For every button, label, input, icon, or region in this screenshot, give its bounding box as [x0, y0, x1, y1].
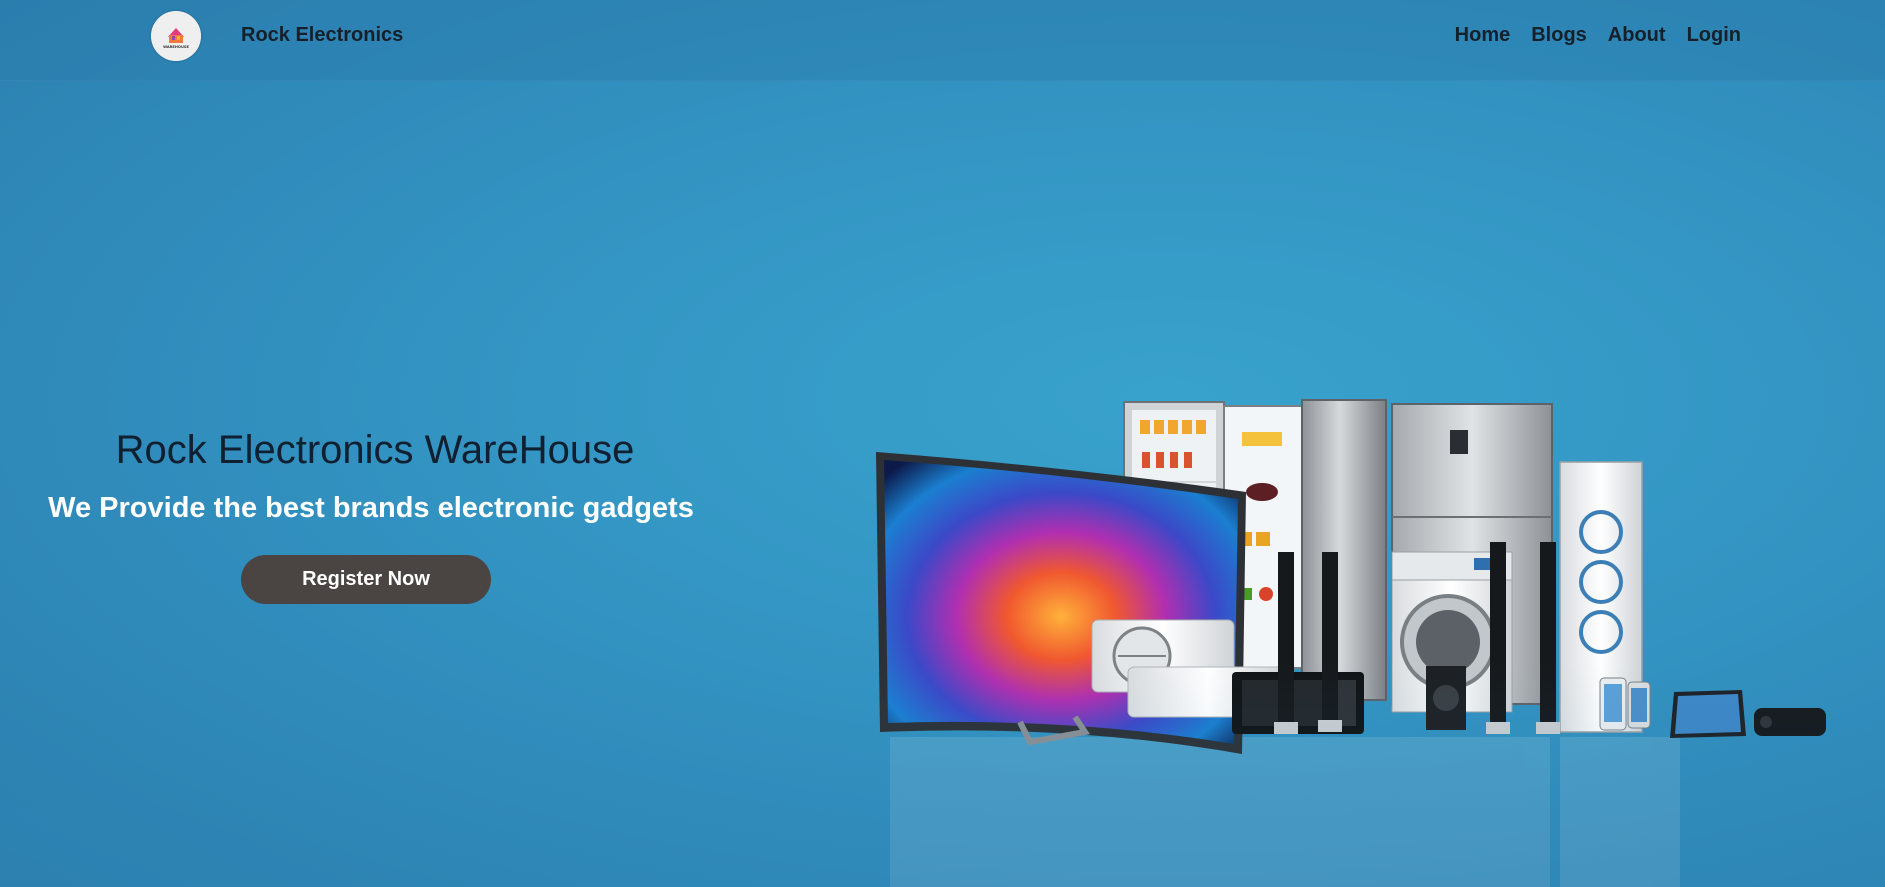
nav-home-link[interactable]: Home [1455, 24, 1511, 47]
svg-text:WAREHOUSE: WAREHOUSE [163, 45, 189, 49]
nav-about-link[interactable]: About [1608, 24, 1666, 47]
nav-login-link[interactable]: Login [1687, 24, 1741, 47]
brand-name[interactable]: Rock Electronics [241, 24, 403, 47]
warehouse-logo-icon: WAREHOUSE [151, 11, 201, 61]
electronics-appliances-group-image [876, 399, 1826, 887]
navbar: WAREHOUSE Rock Electronics Home Blogs Ab… [0, 0, 1885, 81]
hero-subtitle: We Provide the best brands electronic ga… [48, 492, 694, 524]
nav-blogs-link[interactable]: Blogs [1531, 24, 1587, 47]
register-now-button[interactable]: Register Now [241, 555, 491, 604]
hero-title: Rock Electronics WareHouse [115, 428, 635, 472]
logo[interactable]: WAREHOUSE [151, 11, 201, 61]
main-nav: Home Blogs About Login [1455, 24, 1741, 47]
